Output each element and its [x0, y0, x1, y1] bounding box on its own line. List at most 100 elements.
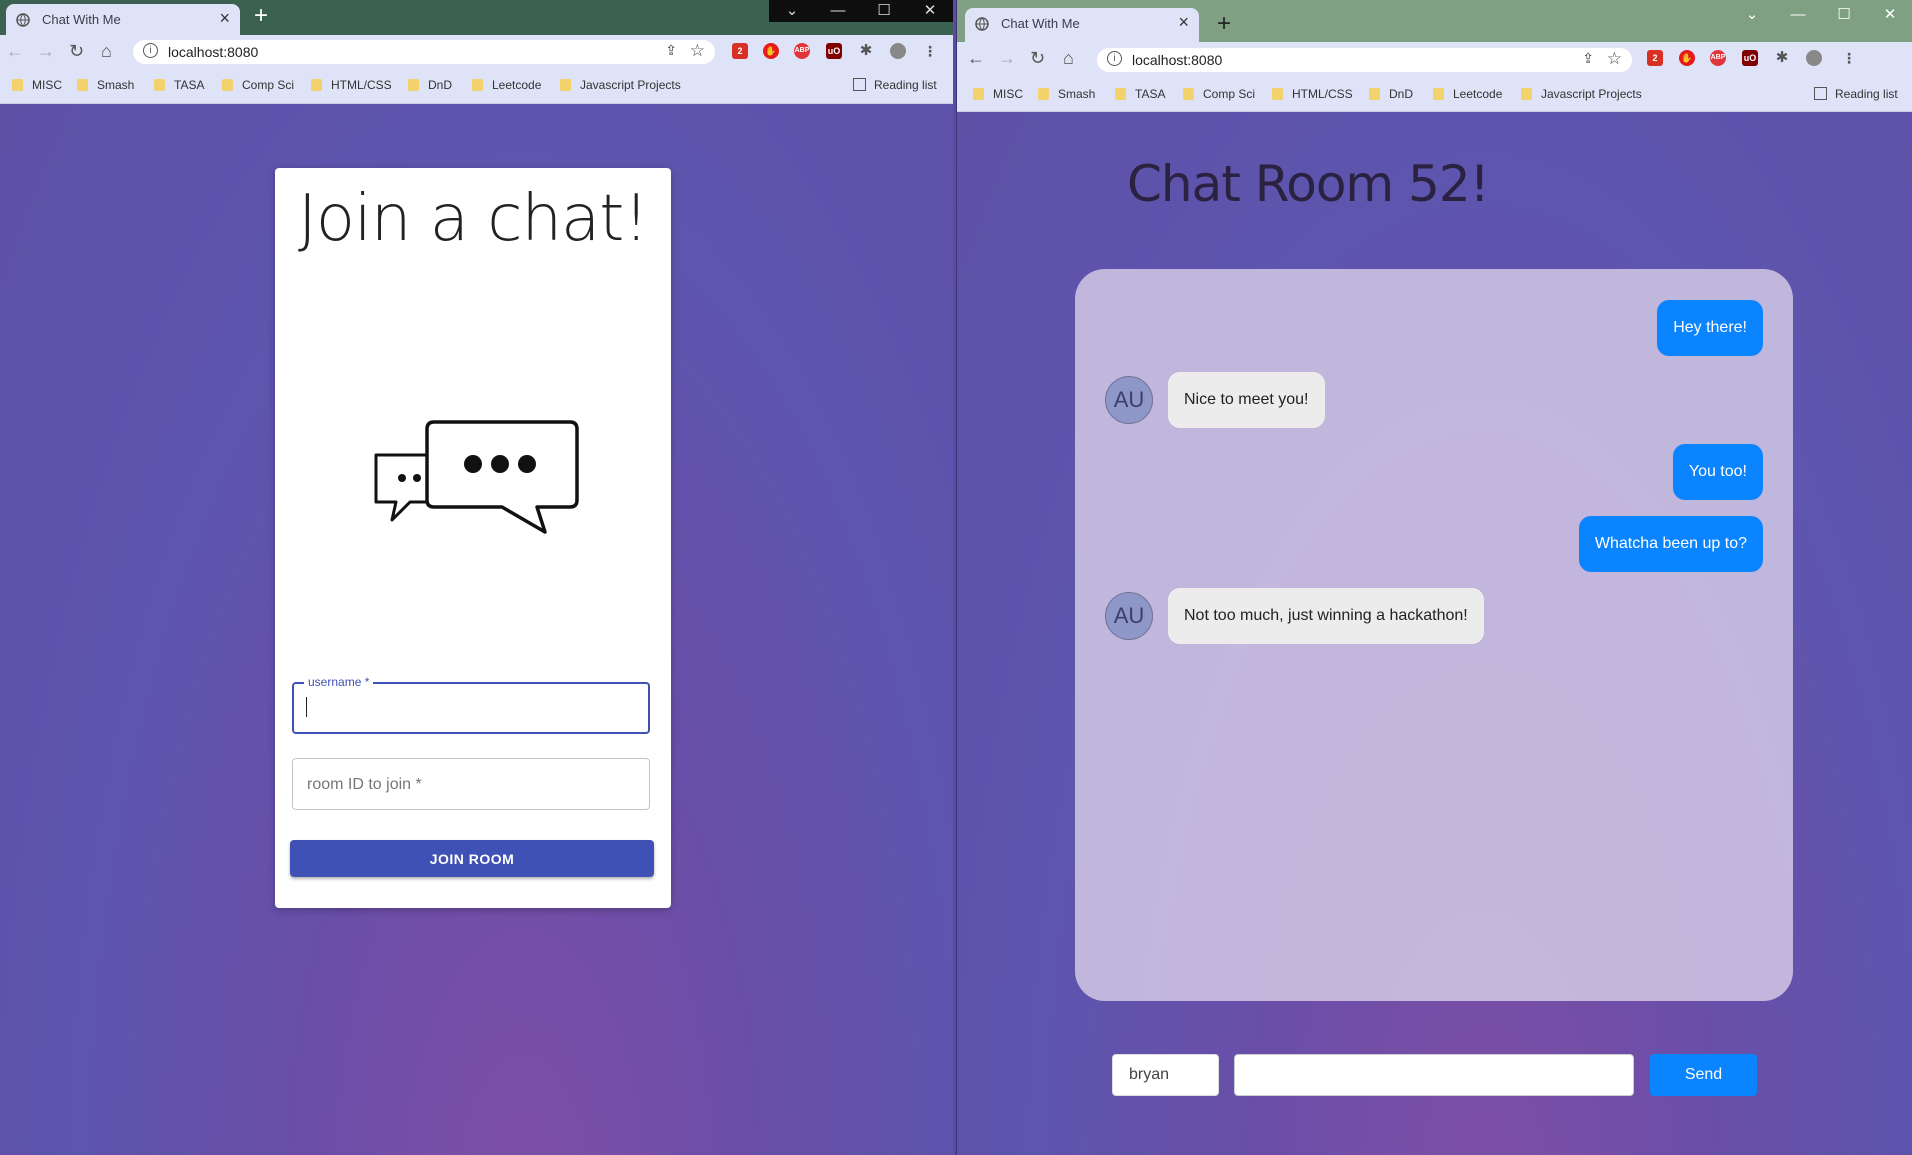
- profile-avatar-icon[interactable]: [890, 43, 906, 59]
- menu-kebab-icon[interactable]: ⋮: [1841, 50, 1857, 66]
- chat-messages-panel[interactable]: Hey there! AU Nice to meet you! You too!…: [1075, 269, 1793, 1001]
- extensions-puzzle-icon[interactable]: ✱: [858, 43, 874, 59]
- forward-icon[interactable]: →: [998, 48, 1016, 69]
- adblock-icon[interactable]: ✋: [763, 43, 779, 59]
- abp-icon[interactable]: ABP: [1710, 50, 1726, 66]
- bookmark-label: Javascript Projects: [1541, 87, 1642, 101]
- tab-search-icon[interactable]: ⌄: [769, 0, 815, 22]
- tab-strip: Chat With Me × + ⌄ — ☐ ✕: [957, 0, 1912, 42]
- back-icon[interactable]: ←: [967, 48, 985, 69]
- close-tab-icon[interactable]: ×: [219, 8, 230, 29]
- share-icon[interactable]: ⇪: [1582, 50, 1594, 67]
- new-tab-icon[interactable]: +: [254, 2, 268, 30]
- new-tab-icon[interactable]: +: [1217, 10, 1231, 38]
- bookmark-label: HTML/CSS: [1292, 87, 1353, 101]
- bookmark-folder[interactable]: HTML/CSS: [311, 78, 392, 92]
- bookmark-folder[interactable]: Smash: [77, 78, 134, 92]
- bookmark-folder[interactable]: Javascript Projects: [1521, 87, 1642, 101]
- tab-title: Chat With Me: [1001, 16, 1080, 31]
- site-info-icon[interactable]: i: [143, 43, 158, 58]
- bookmark-folder[interactable]: Leetcode: [472, 78, 541, 92]
- bookmark-folder[interactable]: DnD: [408, 78, 452, 92]
- maximize-icon[interactable]: ☐: [861, 0, 907, 22]
- site-info-icon[interactable]: i: [1107, 51, 1122, 66]
- message-row: AU Nice to meet you!: [1075, 372, 1793, 428]
- bookmark-folder[interactable]: Comp Sci: [222, 78, 294, 92]
- message-row: You too!: [1075, 444, 1793, 500]
- folder-icon: [1433, 88, 1444, 100]
- folder-icon: [1272, 88, 1283, 100]
- bookmark-folder[interactable]: Leetcode: [1433, 87, 1502, 101]
- folder-icon: [1183, 88, 1194, 100]
- message-row: Hey there!: [1075, 300, 1793, 356]
- ublock-icon[interactable]: uO: [1742, 50, 1758, 66]
- send-button[interactable]: Send: [1650, 1054, 1757, 1096]
- username-label: username *: [304, 675, 374, 689]
- bookmark-folder[interactable]: Smash: [1038, 87, 1095, 101]
- folder-icon: [1038, 88, 1049, 100]
- bookmark-folder[interactable]: DnD: [1369, 87, 1413, 101]
- chat-bubbles-icon: [374, 420, 579, 534]
- reading-list[interactable]: Reading list: [853, 78, 937, 92]
- url-text: localhost:8080: [1132, 52, 1223, 68]
- ublock-icon[interactable]: uO: [826, 43, 842, 59]
- bookmark-label: MISC: [993, 87, 1023, 101]
- extensions-puzzle-icon[interactable]: ✱: [1774, 50, 1790, 66]
- avatar: AU: [1105, 592, 1153, 640]
- url-text: localhost:8080: [168, 44, 259, 60]
- bookmark-label: Javascript Projects: [580, 78, 681, 92]
- username-input[interactable]: bryan: [1112, 1054, 1219, 1096]
- join-room-button[interactable]: JOIN ROOM: [290, 840, 654, 877]
- room-id-field[interactable]: room ID to join *: [292, 758, 650, 810]
- gmail-extension-icon[interactable]: 2: [1647, 50, 1663, 66]
- reading-list-label: Reading list: [1835, 87, 1898, 101]
- bookmark-star-icon[interactable]: ☆: [690, 41, 705, 61]
- tab-search-icon[interactable]: ⌄: [1729, 0, 1775, 30]
- share-icon[interactable]: ⇪: [665, 42, 677, 59]
- close-tab-icon[interactable]: ×: [1178, 12, 1189, 33]
- right-browser-window: Chat With Me × + ⌄ — ☐ ✕ ← → ↻ ⌂ i local…: [956, 0, 1912, 1155]
- menu-kebab-icon[interactable]: ⋮: [922, 43, 938, 59]
- gmail-extension-icon[interactable]: 2: [732, 43, 748, 59]
- folder-icon: [1115, 88, 1126, 100]
- home-icon[interactable]: ⌂: [101, 41, 112, 62]
- close-window-icon[interactable]: ✕: [1867, 0, 1912, 30]
- message-input[interactable]: [1234, 1054, 1634, 1096]
- bookmark-folder[interactable]: Comp Sci: [1183, 87, 1255, 101]
- bookmark-star-icon[interactable]: ☆: [1607, 49, 1622, 69]
- close-window-icon[interactable]: ✕: [907, 0, 953, 22]
- bookmark-folder[interactable]: Javascript Projects: [560, 78, 681, 92]
- bookmark-folder[interactable]: TASA: [154, 78, 204, 92]
- bookmark-label: TASA: [174, 78, 205, 92]
- folder-icon: [560, 79, 571, 91]
- back-icon[interactable]: ←: [6, 41, 24, 62]
- profile-avatar-icon[interactable]: [1806, 50, 1822, 66]
- username-field[interactable]: username *: [292, 675, 650, 734]
- browser-tab[interactable]: Chat With Me ×: [965, 8, 1199, 42]
- forward-icon[interactable]: →: [37, 41, 55, 62]
- maximize-icon[interactable]: ☐: [1821, 0, 1867, 30]
- reload-icon[interactable]: ↻: [1030, 48, 1045, 69]
- bookmark-folder[interactable]: MISC: [12, 78, 62, 92]
- bookmark-folder[interactable]: HTML/CSS: [1272, 87, 1353, 101]
- browser-tab[interactable]: Chat With Me ×: [6, 4, 240, 35]
- bookmark-label: Smash: [1058, 87, 1096, 101]
- message-row: Whatcha been up to?: [1075, 516, 1793, 572]
- bookmark-label: HTML/CSS: [331, 78, 392, 92]
- abp-icon[interactable]: ABP: [794, 43, 810, 59]
- received-message-bubble: Nice to meet you!: [1168, 372, 1325, 428]
- minimize-icon[interactable]: —: [815, 0, 861, 22]
- reading-list-icon: [1814, 87, 1827, 100]
- adblock-icon[interactable]: ✋: [1679, 50, 1695, 66]
- minimize-icon[interactable]: —: [1775, 0, 1821, 30]
- folder-icon: [408, 79, 419, 91]
- bookmark-folder[interactable]: MISC: [973, 87, 1023, 101]
- bookmark-folder[interactable]: TASA: [1115, 87, 1165, 101]
- reload-icon[interactable]: ↻: [69, 41, 84, 62]
- home-icon[interactable]: ⌂: [1063, 48, 1074, 69]
- join-heading: Join a chat!: [298, 182, 649, 256]
- address-bar[interactable]: i localhost:8080 ⇪ ☆: [133, 40, 715, 64]
- reading-list[interactable]: Reading list: [1814, 87, 1898, 101]
- address-bar[interactable]: i localhost:8080 ⇪ ☆: [1097, 48, 1632, 72]
- reading-list-icon: [853, 78, 866, 91]
